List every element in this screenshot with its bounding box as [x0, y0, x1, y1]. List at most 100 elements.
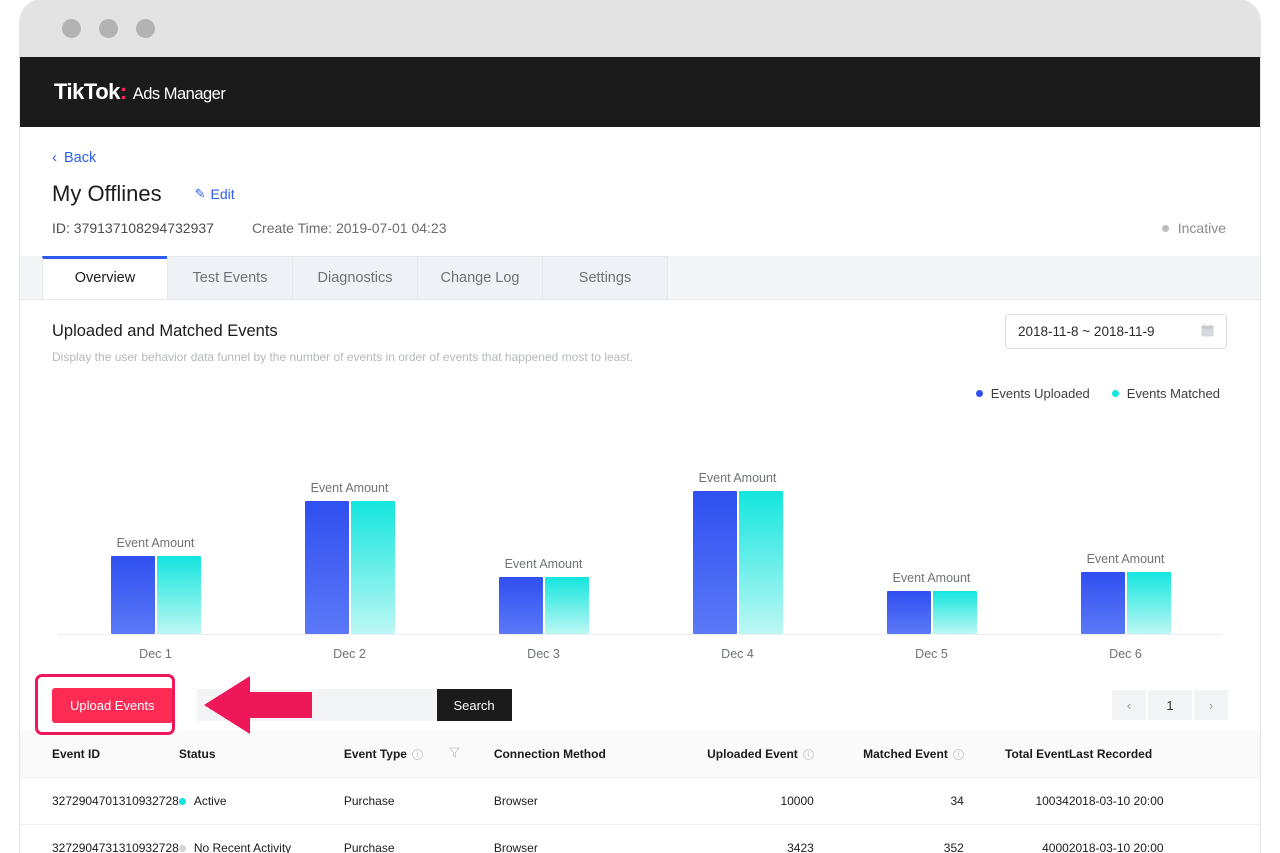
cell-total-event: 10034: [963, 777, 1069, 825]
bar-events-uploaded[interactable]: [498, 577, 543, 634]
search-button[interactable]: Search: [436, 689, 512, 721]
edit-label: Edit: [210, 186, 235, 202]
col-status[interactable]: Status: [179, 731, 344, 778]
app-header: TikTok: Ads Manager: [20, 57, 1260, 127]
cell-connection-method: Browser: [493, 824, 664, 853]
info-icon[interactable]: i: [952, 749, 964, 760]
search-input[interactable]: [196, 689, 437, 721]
chart-legend: Events Uploaded Events Matched: [20, 364, 1260, 401]
maximize-dot[interactable]: [136, 19, 155, 38]
cell-last-recorded: 2018-03-10 20:00: [1068, 777, 1260, 825]
x-axis-label: Dec 5: [915, 647, 948, 661]
info-icon[interactable]: i: [802, 749, 814, 760]
tab-diagnostics-label: Diagnostics: [317, 270, 393, 286]
tab-diagnostics[interactable]: Diagnostics: [292, 256, 418, 299]
bar-group[interactable]: Event Amount: [655, 471, 820, 634]
pagination-page-1[interactable]: 1: [1148, 690, 1192, 720]
bar-group[interactable]: Event Amount: [849, 571, 1014, 634]
tab-test-events[interactable]: Test Events: [167, 256, 293, 299]
bar-events-matched[interactable]: [156, 556, 201, 634]
chevron-left-icon: ‹: [52, 149, 57, 166]
cell-connection-method: Browser: [493, 777, 664, 825]
bar-pair: [498, 577, 589, 634]
tab-settings[interactable]: Settings: [542, 256, 668, 299]
bar-events-matched[interactable]: [350, 501, 395, 634]
bar-pair: [304, 501, 395, 634]
status-dot-icon: [1161, 224, 1169, 232]
bar-value-label: Event Amount: [504, 557, 583, 571]
col-event-id[interactable]: Event ID: [20, 731, 179, 778]
page-title: My Offlines: [52, 181, 162, 206]
search-group: Search: [196, 689, 512, 721]
close-dot[interactable]: [62, 19, 81, 38]
minimize-dot[interactable]: [99, 19, 118, 38]
cell-uploaded-event: 10000: [663, 777, 814, 825]
chart-x-axis: Dec 1 Dec 2 Dec 3 Dec 4 Dec 5 Dec 6: [58, 635, 1222, 669]
col-filter[interactable]: [448, 731, 494, 778]
x-axis-label: Dec 4: [721, 647, 754, 661]
create-time: Create Time: 2019-07-01 04:23: [251, 220, 447, 236]
x-axis-label: Dec 1: [139, 647, 172, 661]
bar-events-matched[interactable]: [932, 591, 977, 634]
bar-events-matched[interactable]: [738, 491, 783, 634]
filter-funnel-icon[interactable]: [448, 747, 460, 761]
cell-last-recorded: 2018-03-10 20:00: [1068, 824, 1260, 853]
col-matched-event[interactable]: Matched Event i: [814, 731, 964, 778]
product-name: Ads Manager: [132, 85, 226, 103]
tab-change-log-label: Change Log: [440, 270, 520, 286]
bar-pair: [1080, 572, 1171, 634]
table-row[interactable]: 3272904701310932728 Active Purchase Browser…: [20, 777, 1260, 825]
x-axis-label: Dec 3: [527, 647, 560, 661]
page-body: ‹ Back My Offlines ✎ Edit ID: 3791371082…: [20, 127, 1260, 853]
info-icon[interactable]: i: [411, 749, 423, 760]
col-uploaded-event-label: Uploaded Event: [707, 747, 798, 761]
tab-change-log[interactable]: Change Log: [417, 256, 543, 299]
cell-spacer: [448, 777, 494, 825]
col-last-recorded[interactable]: Last Recorded: [1069, 731, 1260, 778]
tab-overview-label: Overview: [74, 270, 136, 286]
bar-events-uploaded[interactable]: [692, 491, 737, 634]
entity-id: ID: 379137108294732937: [52, 220, 214, 236]
bar-events-uploaded[interactable]: [1080, 572, 1125, 634]
cell-event-id: 3272904731310932728: [20, 824, 179, 853]
bar-group[interactable]: Event Amount: [73, 536, 238, 634]
legend-label-matched: Events Matched: [1126, 386, 1220, 401]
bar-group[interactable]: Event Amount: [267, 481, 432, 634]
bar-value-label: Event Amount: [892, 571, 971, 585]
pagination-next-button[interactable]: ›: [1194, 690, 1228, 720]
chart-subtitle: Display the user behavior data funnel by…: [52, 350, 634, 364]
bar-events-matched[interactable]: [1126, 572, 1171, 634]
bar-events-matched[interactable]: [544, 577, 589, 634]
back-label: Back: [64, 149, 97, 166]
bar-value-label: Event Amount: [698, 471, 777, 485]
tab-overview[interactable]: Overview: [42, 256, 168, 299]
col-total-event[interactable]: Total Event: [964, 731, 1069, 778]
cell-matched-event: 352: [813, 824, 964, 853]
bar-events-uploaded[interactable]: [886, 591, 931, 634]
cell-status: No Recent Activity: [178, 824, 344, 853]
bar-value-label: Event Amount: [116, 536, 195, 550]
pagination-prev-button[interactable]: ‹: [1112, 690, 1146, 720]
tiktok-logo[interactable]: TikTok: Ads Manager: [54, 79, 226, 105]
bar-events-uploaded[interactable]: [304, 501, 349, 634]
tab-settings-label: Settings: [578, 270, 632, 286]
back-button[interactable]: ‹ Back: [52, 149, 96, 166]
legend-item-events-matched[interactable]: Events Matched: [1111, 386, 1220, 401]
table-body: 3272904701310932728 Active Purchase Browser…: [20, 777, 1260, 853]
edit-button[interactable]: ✎ Edit: [195, 186, 235, 202]
legend-item-events-uploaded[interactable]: Events Uploaded: [975, 386, 1090, 401]
col-connection-method[interactable]: Connection Method: [494, 731, 664, 778]
bar-events-uploaded[interactable]: [110, 556, 155, 634]
table-row[interactable]: 3272904731310932728 No Recent Activity Pur…: [20, 824, 1260, 853]
bar-group[interactable]: Event Amount: [461, 557, 626, 634]
bar-value-label: Event Amount: [310, 481, 389, 495]
col-event-type-label: Event Type: [343, 747, 407, 761]
meta-row: ID: 379137108294732937 Create Time: 2019…: [52, 220, 1228, 236]
col-event-type[interactable]: Event Type i: [344, 731, 449, 778]
x-axis-label: Dec 6: [1109, 647, 1142, 661]
col-uploaded-event[interactable]: Uploaded Event i: [664, 731, 814, 778]
status-dot-icon: [178, 797, 186, 805]
upload-events-button[interactable]: Upload Events: [52, 687, 173, 723]
date-range-picker[interactable]: 2018-11-8 ~ 2018-11-9: [1005, 314, 1227, 349]
bar-group[interactable]: Event Amount: [1043, 552, 1208, 634]
